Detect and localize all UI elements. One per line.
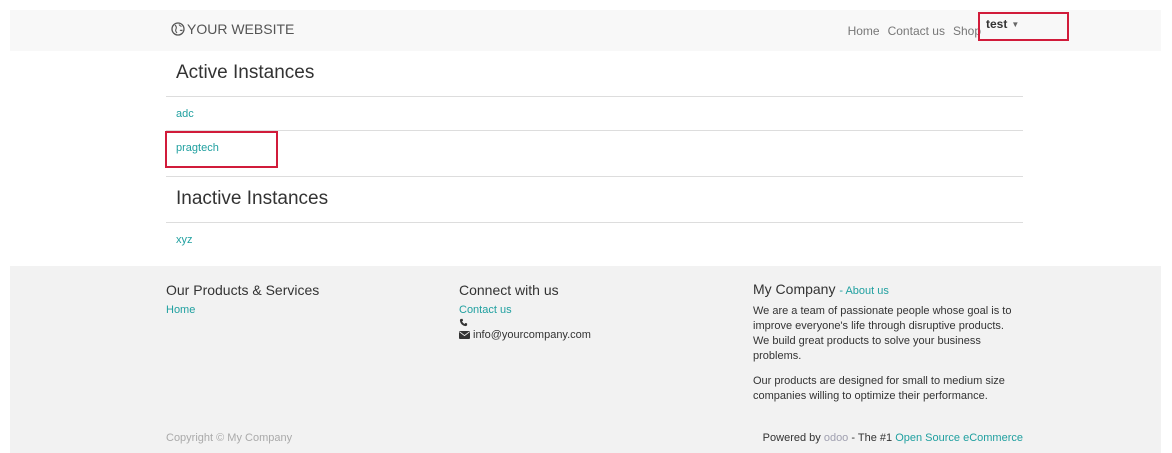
highlight-box xyxy=(165,131,278,168)
nav-links: Home Contact us Shop xyxy=(848,24,981,38)
tagline-text: - The #1 xyxy=(851,432,893,444)
footer-contact-link[interactable]: Contact us xyxy=(459,304,591,316)
envelope-icon xyxy=(459,331,470,339)
footer-powered-by: Powered by odoo - The #1 Open Source eCo… xyxy=(763,432,1023,444)
instance-link-adc[interactable]: adc xyxy=(166,97,1023,131)
footer-copyright: Copyright © My Company xyxy=(166,432,293,444)
footer-company-name: My Company xyxy=(753,281,836,297)
caret-down-icon: ▼ xyxy=(1011,20,1020,29)
footer: Our Products & Services Home Connect wit… xyxy=(10,266,1161,453)
footer-about-link[interactable]: - About us xyxy=(839,285,889,297)
footer-about-text-1: We are a team of passionate people whose… xyxy=(753,305,1012,362)
active-instances-title: Active Instances xyxy=(166,51,1023,97)
globe-icon xyxy=(171,22,185,36)
email-line: info@yourcompany.com xyxy=(459,329,591,341)
footer-email[interactable]: info@yourcompany.com xyxy=(473,329,591,341)
inactive-instances-title: Inactive Instances xyxy=(166,177,1023,223)
odoo-logo[interactable]: odoo xyxy=(824,432,848,444)
powered-by-label: Powered by xyxy=(762,432,821,444)
nav-home[interactable]: Home xyxy=(848,24,880,38)
user-name: test xyxy=(986,17,1008,31)
footer-connect-column: Connect with us Contact us info@yourcomp… xyxy=(459,282,591,341)
footer-products-column: Our Products & Services Home xyxy=(166,282,319,316)
brand-logo[interactable]: YOUR WEBSITE xyxy=(171,21,294,37)
instance-link-xyz[interactable]: xyz xyxy=(166,223,1023,257)
footer-about-text-2: Our products are designed for small to m… xyxy=(753,375,1005,402)
footer-products-title: Our Products & Services xyxy=(166,282,320,298)
nav-shop[interactable]: Shop xyxy=(953,24,981,38)
nav-contact-us[interactable]: Contact us xyxy=(888,24,945,38)
instance-link-pragtech[interactable]: pragtech xyxy=(166,131,1023,177)
brand-text: YOUR WEBSITE xyxy=(187,21,295,37)
footer-connect-title: Connect with us xyxy=(459,282,559,298)
phone-line xyxy=(459,318,591,327)
footer-link-home[interactable]: Home xyxy=(166,304,319,316)
tagline-link[interactable]: Open Source eCommerce xyxy=(895,432,1023,444)
instances-panel: Active Instances adc pragtech Inactive I… xyxy=(166,51,1023,257)
user-menu-dropdown[interactable]: test ▼ xyxy=(978,12,1069,41)
footer-company-column: My Company - About us We are a team of p… xyxy=(753,282,1023,414)
phone-icon xyxy=(459,318,468,327)
